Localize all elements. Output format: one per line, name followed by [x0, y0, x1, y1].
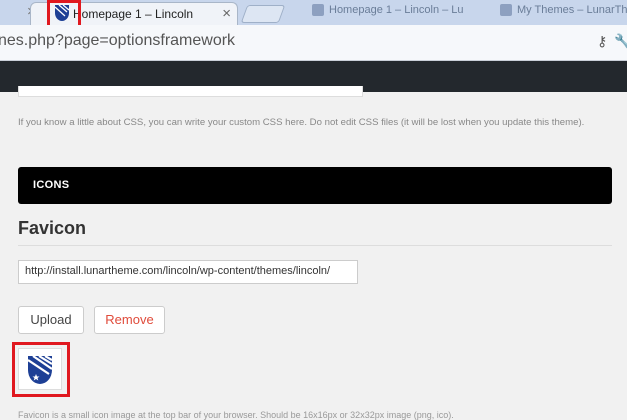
field-title: Favicon	[18, 218, 87, 238]
section-header: ICONS	[18, 167, 612, 204]
page-icon	[312, 4, 324, 17]
favicon-url-input[interactable]: http://install.lunartheme.com/lincoln/wp…	[18, 260, 358, 284]
description-text: Favicon is a small icon image at the top…	[18, 410, 454, 420]
key-icon[interactable]: ⚷	[597, 33, 607, 50]
section-header-label: ICONS	[33, 179, 70, 191]
divider	[18, 245, 612, 246]
new-tab-button[interactable]	[240, 5, 286, 23]
tab-inactive[interactable]: Homepage 1 – Lincoln – Lu	[312, 4, 464, 24]
tab-inactive[interactable]: My Themes – LunarTh	[500, 4, 627, 24]
page-icon	[500, 4, 512, 17]
upload-button[interactable]: Upload	[18, 306, 84, 334]
custom-css-textarea[interactable]	[18, 86, 363, 97]
tab-title: Homepage 1 – Lincoln	[73, 7, 194, 21]
tab-strip: × Homepage 1 – Lincoln × Homepage 1 – Li…	[0, 0, 627, 30]
options-content: If you know a little about CSS, you can …	[0, 86, 627, 420]
close-icon[interactable]: ×	[222, 5, 231, 22]
favicon-preview-highlight	[12, 342, 70, 397]
address-bar[interactable]: nes.php?page=optionsframework ⚷ 🔧	[0, 25, 627, 61]
remove-button[interactable]: Remove	[94, 306, 165, 334]
help-text: If you know a little about CSS, you can …	[18, 117, 585, 128]
url-text[interactable]: nes.php?page=optionsframework	[0, 32, 235, 50]
wrench-icon[interactable]: 🔧	[614, 33, 627, 50]
